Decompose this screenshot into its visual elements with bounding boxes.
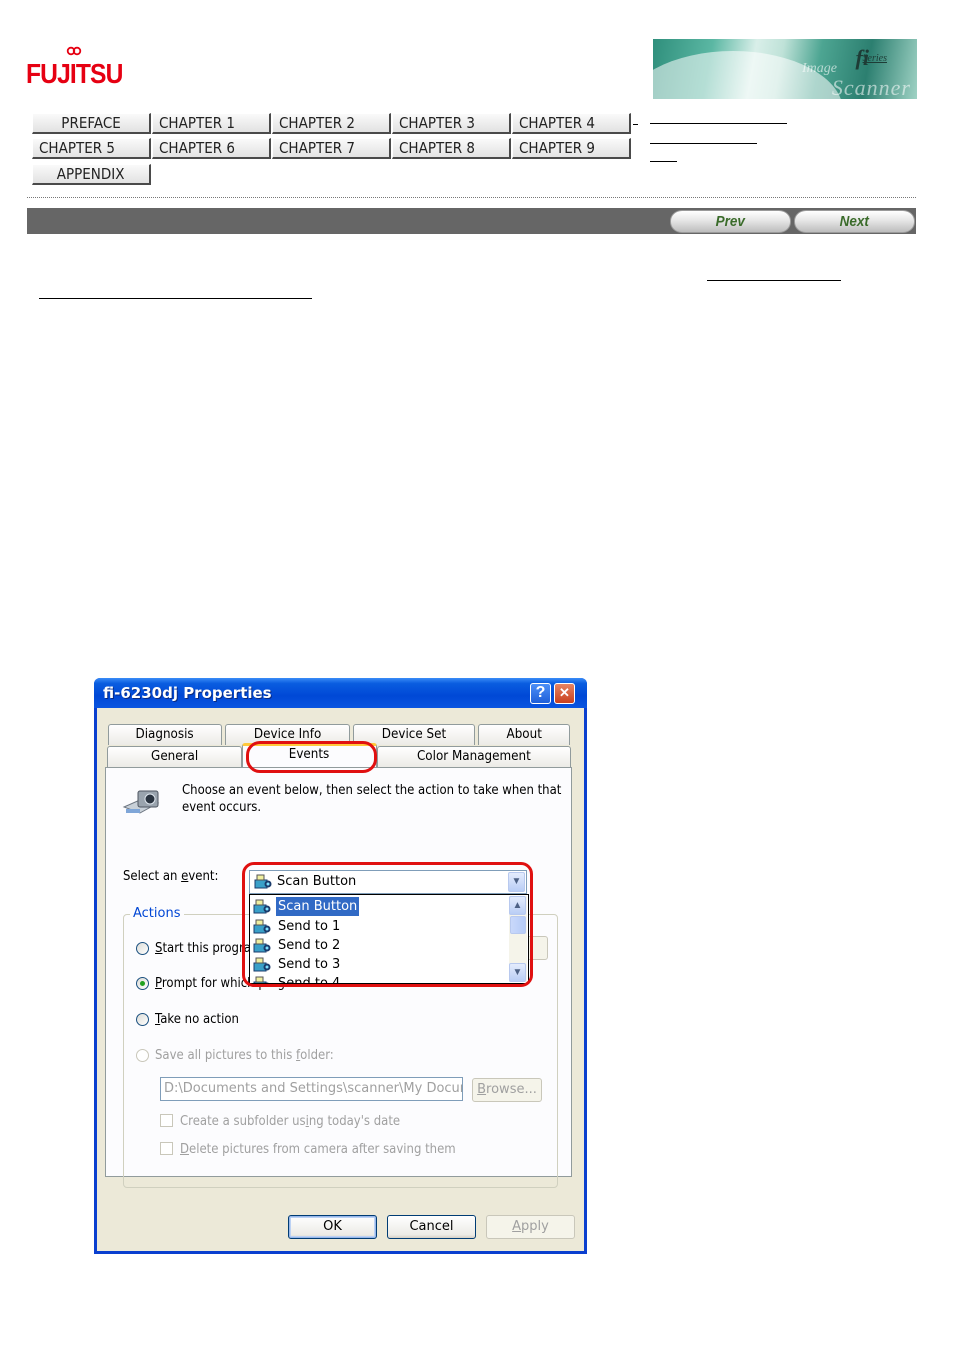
chevron-up-icon[interactable]: ▲ (509, 896, 526, 915)
scanner-icon (254, 874, 272, 889)
tab-device-set[interactable]: Device Set (353, 724, 475, 745)
divider (27, 197, 916, 198)
tab-label: Device Info (253, 727, 322, 742)
chevron-down-icon[interactable]: ▼ (509, 963, 526, 982)
tab-label: Events (289, 747, 330, 762)
nav-label: CHAPTER 8 (399, 139, 475, 157)
folder-path-input[interactable]: D:\Documents and Settings\scanner\My Doc… (160, 1077, 463, 1101)
tab-events[interactable]: Events (242, 743, 377, 767)
tab-label: General (150, 749, 199, 764)
intro-line-2: event occurs. (182, 800, 262, 815)
tab-label: Diagnosis (135, 727, 195, 742)
nav-chapter-7[interactable]: CHAPTER 7 (272, 138, 391, 159)
side-link-2[interactable] (650, 143, 757, 144)
nav-chapter-4[interactable]: CHAPTER 4 (512, 113, 631, 134)
prev-label: Prev (715, 213, 746, 230)
selected-event-value: Scan Button (277, 874, 357, 889)
apply-button[interactable]: Apply (486, 1215, 575, 1239)
event-select[interactable]: Scan Button ▼ (249, 870, 527, 894)
tab-label: Color Management (417, 749, 531, 764)
nav-label: CHAPTER 5 (39, 139, 115, 157)
scanner-icon (253, 976, 269, 983)
nav-chapter-8[interactable]: CHAPTER 8 (392, 138, 511, 159)
close-icon: ✕ (559, 685, 570, 700)
banner-scanner-text: Scanner (831, 75, 911, 99)
nav-label: CHAPTER 3 (399, 114, 475, 132)
close-button[interactable]: ✕ (554, 683, 575, 704)
select-event-label: Select an event: (123, 869, 219, 884)
intro-line-1: Choose an event below, then select the a… (182, 783, 562, 798)
nav-preface[interactable]: PREFACE (32, 113, 151, 134)
tab-label: Device Set (381, 727, 447, 742)
ok-button[interactable]: OK (288, 1215, 377, 1239)
radio-start-program[interactable] (136, 942, 149, 955)
tab-color-management[interactable]: Color Management (377, 746, 571, 767)
nav-chapter-5[interactable]: CHAPTER 5 (32, 138, 151, 159)
tab-about[interactable]: About (478, 724, 570, 745)
radio-take-no-action[interactable] (136, 1013, 149, 1026)
tab-general[interactable]: General (107, 746, 242, 767)
nav-label: CHAPTER 9 (519, 139, 595, 157)
scanner-icon (253, 957, 271, 972)
checkbox-delete-pictures[interactable] (160, 1142, 173, 1155)
body-link-1[interactable] (707, 280, 841, 281)
next-label: Next (839, 213, 870, 230)
tab-label: About (506, 727, 542, 742)
link-connector (633, 124, 638, 125)
next-button[interactable]: Next (794, 210, 915, 233)
fujitsu-logo: FUJITSU (26, 44, 123, 94)
scanner-icon (253, 919, 271, 934)
cancel-button[interactable]: Cancel (387, 1215, 476, 1239)
tab-device-info[interactable]: Device Info (225, 724, 350, 745)
nav-chapter-9[interactable]: CHAPTER 9 (512, 138, 631, 159)
nav-label: APPENDIX (57, 165, 125, 183)
dialog-title: fi-6230dj Properties (103, 684, 272, 702)
nav-label: PREFACE (61, 114, 121, 132)
actions-legend: Actions (130, 906, 184, 921)
help-button[interactable]: ? (530, 683, 551, 704)
tab-diagnosis[interactable]: Diagnosis (108, 724, 222, 745)
program-dropdown-button[interactable] (526, 936, 548, 960)
nav-chapter-1[interactable]: CHAPTER 1 (152, 113, 271, 134)
event-dropdown-list[interactable]: Scan Button Send to 1 Send to 2 Send to … (249, 894, 529, 984)
side-link-3[interactable] (650, 161, 677, 162)
banner-series-text: Series (862, 53, 887, 64)
nav-label: CHAPTER 6 (159, 139, 235, 157)
dialog-titlebar: fi-6230dj Properties ? ✕ (94, 678, 587, 708)
nav-chapter-2[interactable]: CHAPTER 2 (272, 113, 391, 134)
list-scrollbar[interactable]: ▲ ▼ (509, 896, 527, 982)
nav-chapter-3[interactable]: CHAPTER 3 (392, 113, 511, 134)
fi-series-banner: Image fi Series Scanner (653, 39, 917, 99)
nav-label: CHAPTER 7 (279, 139, 355, 157)
scroll-thumb[interactable] (510, 916, 526, 934)
radio-save-pictures[interactable] (136, 1049, 149, 1062)
side-link-1[interactable] (650, 123, 787, 124)
checkbox-create-subfolder[interactable] (160, 1114, 173, 1127)
infinity-loop-icon (66, 46, 82, 56)
browse-button[interactable]: Browse... (472, 1078, 542, 1102)
nav-appendix[interactable]: APPENDIX (32, 164, 151, 185)
nav-label: CHAPTER 1 (159, 114, 235, 132)
create-subfolder-label: Create a subfolder using today's date (180, 1114, 401, 1129)
nav-chapter-6[interactable]: CHAPTER 6 (152, 138, 271, 159)
take-no-action-label: Take no action (155, 1012, 239, 1027)
scanner-icon (253, 938, 271, 953)
scanner-camera-icon (122, 790, 160, 814)
logo-text: FUJITSU (26, 58, 123, 89)
radio-prompt-program[interactable] (136, 977, 149, 990)
scanner-icon (253, 899, 271, 914)
help-icon: ? (535, 684, 546, 701)
save-pictures-label: Save all pictures to this folder: (155, 1048, 334, 1063)
prev-button[interactable]: Prev (670, 210, 791, 233)
body-link-2[interactable] (39, 298, 312, 299)
delete-pictures-label: Delete pictures from camera after saving… (180, 1142, 456, 1157)
chevron-down-icon[interactable]: ▼ (508, 872, 525, 892)
nav-label: CHAPTER 4 (519, 114, 595, 132)
nav-label: CHAPTER 2 (279, 114, 355, 132)
